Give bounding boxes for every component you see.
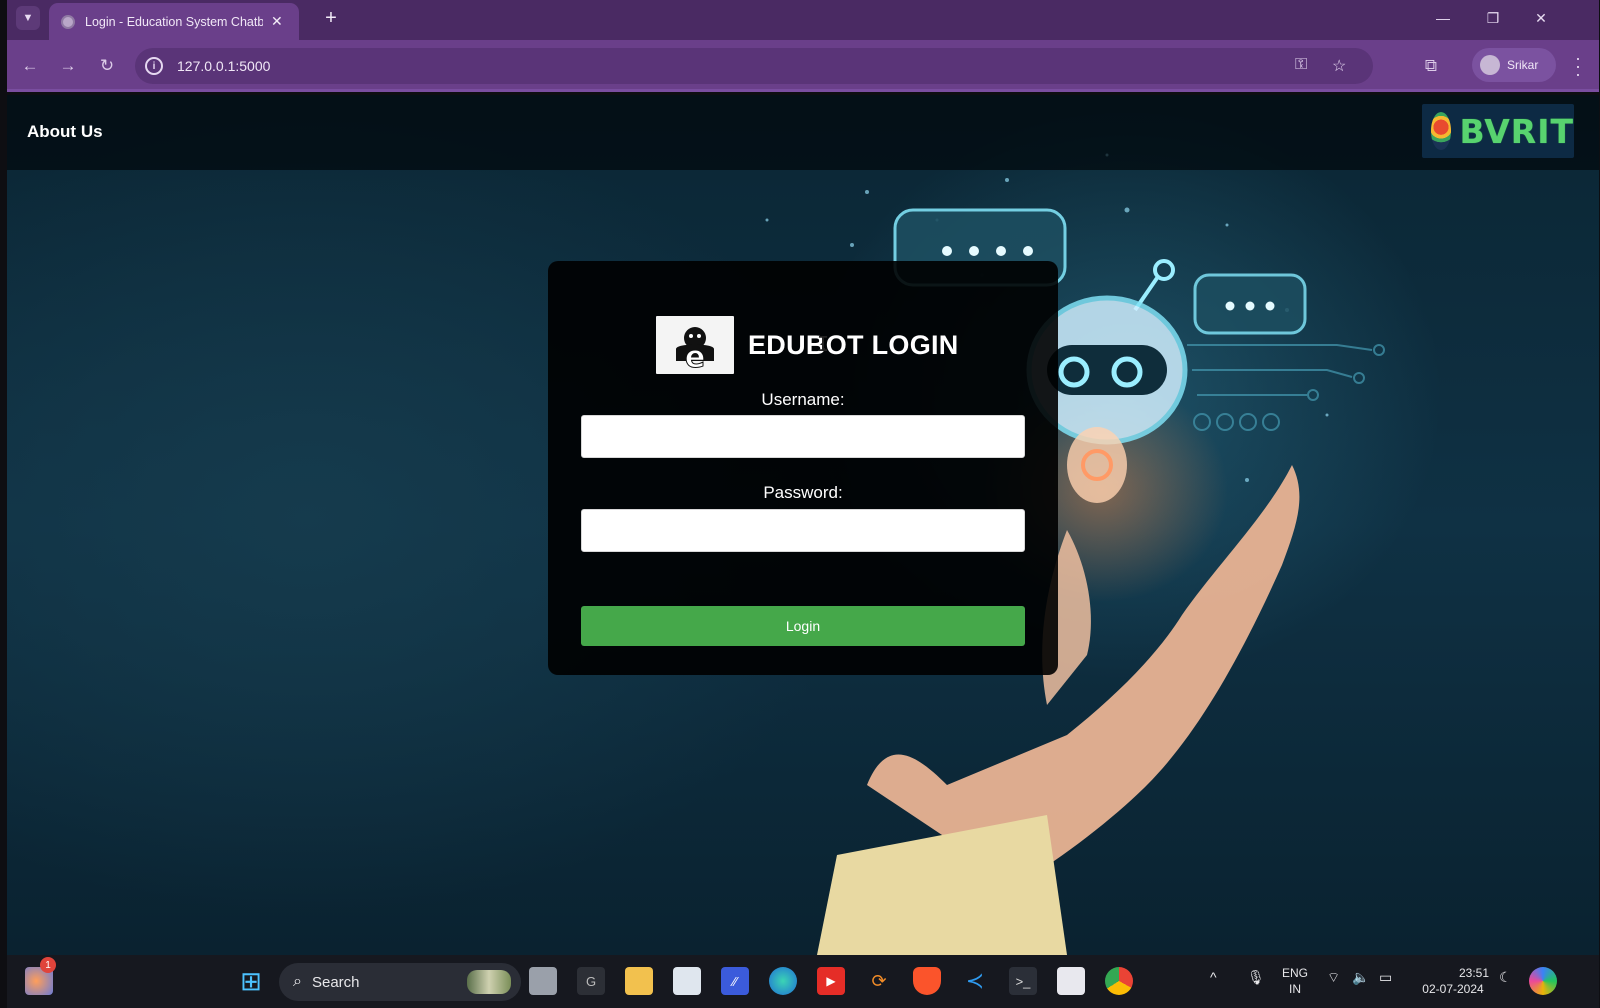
login-card: e EDUBOT LOGIN Username: Password: Login (548, 261, 1058, 675)
close-window-icon[interactable]: ✕ (1529, 6, 1553, 30)
clock-date: 02-07-2024 (1422, 982, 1484, 996)
brave-browser-icon[interactable] (913, 967, 941, 995)
new-tab-button[interactable]: + (319, 6, 343, 30)
task-view-icon[interactable] (529, 967, 557, 995)
notification-badge: 1 (40, 957, 56, 973)
site-info-icon[interactable]: i (145, 57, 163, 75)
search-highlight-image (467, 970, 511, 994)
start-windows-icon[interactable]: ⊞ (237, 966, 265, 996)
address-bar[interactable]: i 127.0.0.1:5000 ⚿ ☆ (135, 48, 1373, 84)
password-label: Password: (763, 483, 843, 502)
battery-icon[interactable]: ▭ (1379, 969, 1392, 985)
focus-assist-icon[interactable]: ☾ (1499, 969, 1512, 985)
back-icon[interactable]: ← (17, 53, 43, 79)
terminal-icon[interactable]: >_ (1009, 967, 1037, 995)
youtube-icon[interactable]: ▶ (817, 967, 845, 995)
taskbar-search-label: Search (311, 973, 360, 991)
microphone-icon[interactable]: 🎙 (1247, 969, 1265, 985)
clock-time: 23:51 (1458, 966, 1489, 980)
taskbar-search[interactable]: ⌕ Search (279, 963, 521, 1001)
bvrit-logo-text: BVRIT (1459, 111, 1574, 151)
password-key-icon[interactable]: ⚿ (1295, 56, 1307, 74)
profile-button[interactable]: Srikar (1472, 48, 1556, 82)
web-page: About Us BVRIT e EDUBOT LOGIN Username: … (7, 95, 1599, 955)
show-hidden-icons-chevron-icon[interactable]: ^ (1210, 969, 1217, 985)
username-label: Username: (761, 390, 845, 409)
screen: ▼ Login - Education System Chatb ✕ + — ❐… (0, 0, 1600, 1008)
visual-studio-icon[interactable]: ⁄⁄ (721, 967, 749, 995)
browser-menu-icon[interactable]: · · · (1575, 49, 1581, 83)
app-g-icon[interactable]: G (577, 967, 605, 995)
edge-browser-icon[interactable] (769, 967, 797, 995)
extensions-puzzle-icon[interactable]: ⧉ (1418, 53, 1444, 79)
avatar (1480, 55, 1500, 75)
vscode-icon[interactable]: ≺ (961, 967, 989, 995)
windows-taskbar: 1 ⊞ ⌕ Search G ⁄⁄ ▶ ⟳ ≺ >_ ^ 🎙 ENG IN ⌔ … (7, 955, 1599, 1008)
login-button[interactable]: Login (581, 606, 1025, 646)
file-explorer-icon[interactable] (625, 967, 653, 995)
text-cursor-icon: I (817, 332, 830, 356)
sync-app-icon[interactable]: ⟳ (865, 967, 893, 995)
wifi-icon[interactable]: ⌔ (1327, 969, 1340, 985)
about-us-link[interactable]: About Us (27, 122, 103, 142)
reload-icon[interactable]: ↻ (94, 53, 120, 79)
browser-tab-active[interactable]: Login - Education System Chatb ✕ (49, 3, 299, 40)
volume-icon[interactable]: 🔈 (1352, 969, 1369, 985)
region-code: IN (1289, 982, 1301, 996)
copilot-icon[interactable] (1529, 967, 1557, 995)
microsoft-store-icon[interactable] (673, 967, 701, 995)
minimize-icon[interactable]: — (1431, 6, 1455, 30)
login-brand: e EDUBOT LOGIN (656, 316, 959, 374)
language-code: ENG (1282, 966, 1309, 980)
browser-toolbar: ← → ↻ i 127.0.0.1:5000 ⚿ ☆ ⧉ Srikar · · · (7, 40, 1599, 92)
college-seal-icon (1431, 112, 1452, 150)
restore-icon[interactable]: ❐ (1481, 6, 1505, 30)
tab-title: Login - Education System Chatb (85, 14, 263, 29)
bvrit-logo: BVRIT (1422, 104, 1574, 158)
search-icon: ⌕ (293, 973, 302, 990)
login-heading: EDUBOT LOGIN (748, 329, 959, 360)
profile-name: Srikar (1507, 58, 1539, 72)
forward-icon[interactable]: → (55, 53, 81, 79)
password-input[interactable] (581, 509, 1025, 552)
address-url: 127.0.0.1:5000 (177, 58, 271, 74)
tab-close-icon[interactable]: ✕ (271, 13, 283, 30)
globe-icon (61, 14, 75, 29)
username-input[interactable] (581, 415, 1025, 458)
language-indicator[interactable]: ENG IN (1282, 965, 1308, 997)
clock[interactable]: 23:51 02-07-2024 (1417, 965, 1489, 997)
site-header: About Us BVRIT (7, 95, 1599, 170)
bookmark-star-icon[interactable]: ☆ (1332, 56, 1346, 76)
tab-search-chevron-icon[interactable]: ▼ (16, 6, 40, 30)
browser-tab-bar: ▼ Login - Education System Chatb ✕ + — ❐… (7, 0, 1599, 40)
snipping-tool-icon[interactable] (1057, 967, 1085, 995)
chrome-browser-icon[interactable] (1105, 967, 1133, 995)
svg-text:e: e (685, 340, 705, 369)
edubot-logo-icon: e (656, 316, 734, 374)
